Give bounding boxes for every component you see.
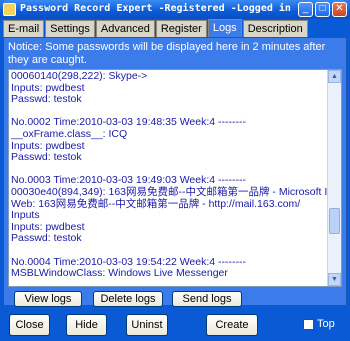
log-scrollbar[interactable]: ▲ ▼	[327, 70, 341, 286]
top-checkbox[interactable]	[303, 319, 314, 330]
log-line: MSBLWindowClass: Windows Live Messenger	[11, 267, 228, 280]
log-content: 00060140(298,222): Skype-> Inputs: pwdbes…	[11, 71, 327, 280]
app-icon	[3, 3, 16, 16]
send-logs-button[interactable]: Send logs	[172, 291, 242, 307]
uninstall-button[interactable]: Uninst	[126, 314, 168, 336]
close-window-button[interactable]: ✕	[332, 2, 347, 17]
log-line: Web: 163网易免费邮--中文邮箱第一品牌 - http://mail.16…	[11, 197, 301, 210]
tab-logs[interactable]: Logs	[207, 19, 242, 37]
tab-email[interactable]: E-mail	[3, 20, 45, 37]
title-bar: Password Record Expert -Registered -Logg…	[0, 0, 350, 19]
hide-button[interactable]: Hide	[66, 314, 107, 336]
logs-panel: Notice: Some passwords will be displayed…	[3, 37, 347, 307]
log-line: 00030e40(894,349): 163网易免费邮--中文邮箱第一品牌 - …	[11, 185, 327, 198]
delete-logs-button[interactable]: Delete logs	[93, 291, 163, 307]
create-button[interactable]: Create	[206, 314, 258, 336]
log-textarea[interactable]: 00060140(298,222): Skype-> Inputs: pwdbes…	[8, 69, 342, 287]
log-line: Passwd: testok	[11, 151, 82, 164]
scroll-down-arrow-icon[interactable]: ▼	[328, 273, 341, 286]
log-line: 00060140(298,222): Skype->	[11, 71, 148, 82]
tab-description[interactable]: Description	[242, 20, 308, 37]
maximize-button[interactable]: □	[315, 2, 330, 17]
log-line: Inputs	[11, 209, 40, 222]
log-line: Passwd: testok	[11, 232, 82, 245]
scrollbar-thumb[interactable]	[329, 208, 340, 234]
view-logs-button[interactable]: View logs	[14, 291, 82, 307]
log-line: __oxFrame.class__: ICQ	[11, 127, 128, 140]
scroll-up-arrow-icon[interactable]: ▲	[328, 70, 341, 83]
tab-settings[interactable]: Settings	[45, 20, 95, 37]
tab-bar: E-mail Settings Advanced Register Logs D…	[3, 19, 347, 37]
tab-advanced[interactable]: Advanced	[95, 20, 155, 37]
minimize-button[interactable]: _	[298, 2, 313, 17]
top-checkbox-label: Top	[317, 318, 335, 330]
notice-text: Notice: Some passwords will be displayed…	[8, 41, 326, 66]
log-line: Passwd: testok	[11, 93, 82, 106]
app-window: Password Record Expert -Registered -Logg…	[0, 0, 350, 341]
tab-register[interactable]: Register	[155, 20, 207, 37]
close-button[interactable]: Close	[9, 314, 50, 336]
window-title: Password Record Expert -Registered -Logg…	[20, 3, 291, 14]
